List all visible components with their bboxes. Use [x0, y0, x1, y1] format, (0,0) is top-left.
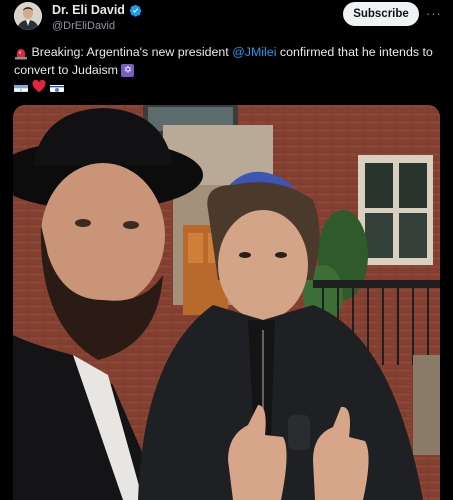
subscribe-button[interactable]: Subscribe	[343, 2, 419, 26]
author-handle[interactable]: @DrEliDavid	[52, 20, 142, 32]
red-heart-icon	[32, 80, 46, 93]
post-text: Breaking: Argentina's new president @JMi…	[14, 43, 434, 79]
post: Dr. Eli David @DrEliDavid Subscribe ··· …	[0, 0, 453, 500]
post-photo[interactable]	[13, 105, 440, 500]
author-name[interactable]: Dr. Eli David	[52, 3, 125, 17]
post-text-prefix: Breaking: Argentina's new president	[31, 45, 233, 59]
avatar[interactable]	[14, 2, 42, 30]
siren-icon	[15, 48, 27, 60]
argentina-flag-icon	[14, 82, 28, 92]
avatar-portrait-icon	[14, 2, 42, 30]
israel-flag-icon	[50, 82, 64, 92]
author-block: Dr. Eli David @DrEliDavid	[52, 3, 142, 32]
more-options-icon[interactable]: ···	[426, 6, 442, 21]
verified-badge-icon	[129, 4, 142, 17]
mention-link[interactable]: @JMilei	[232, 45, 276, 59]
star-of-david-icon: ✡	[121, 64, 135, 78]
flag-emojis	[14, 80, 64, 93]
selfie-photo-icon	[13, 105, 440, 500]
